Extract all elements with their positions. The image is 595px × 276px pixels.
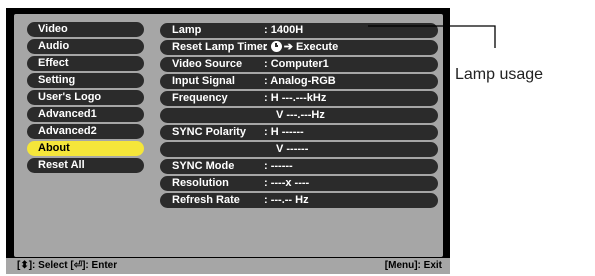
video-source-value: : Computer1 (264, 58, 329, 70)
footer-help-left: [⬍]: Select [⏎]: Enter (17, 260, 118, 271)
sync-mode-value: : ------ (264, 160, 293, 172)
menu-item-effect[interactable]: Effect (27, 56, 144, 71)
row-sync-polarity-v: V ------ (160, 142, 438, 157)
lamp-usage-annotation: Lamp usage (455, 66, 544, 83)
sync-polarity-h-value: : H ------ (264, 126, 304, 138)
row-video-source: Video Source : Computer1 (160, 57, 438, 72)
row-sync-mode: SYNC Mode : ------ (160, 159, 438, 174)
footer-help-exit: [Menu]: Exit (384, 260, 442, 271)
refresh-rate-label: Refresh Rate (172, 194, 240, 206)
menu-item-advanced2[interactable]: Advanced2 (27, 124, 144, 139)
projector-menu-screen: Video Audio Effect Setting User's Logo A… (6, 8, 450, 274)
row-frequency: Frequency : H ---.---kHz (160, 91, 438, 106)
row-lamp: Lamp : 1400H (160, 23, 438, 38)
reset-lamp-timer-action[interactable]: : ➔ Execute (264, 40, 338, 55)
resolution-value: : ----x ---- (264, 177, 310, 189)
row-reset-lamp-timer[interactable]: Reset Lamp Timer : ➔ Execute (160, 40, 438, 55)
frequency-v-value: V ---.---Hz (276, 109, 325, 121)
menu-item-audio[interactable]: Audio (27, 39, 144, 54)
video-source-label: Video Source (172, 58, 243, 70)
menu-panel: Video Audio Effect Setting User's Logo A… (14, 14, 443, 257)
row-sync-polarity: SYNC Polarity : H ------ (160, 125, 438, 140)
lamp-label: Lamp (172, 24, 202, 36)
row-resolution: Resolution : ----x ---- (160, 176, 438, 191)
menu-item-advanced1[interactable]: Advanced1 (27, 107, 144, 122)
reset-lamp-timer-label: Reset Lamp Timer (172, 41, 268, 53)
frequency-h-value: : H ---.---kHz (264, 92, 327, 104)
sync-polarity-v-value: V ------ (276, 143, 309, 155)
execute-label: Execute (296, 41, 339, 53)
row-refresh-rate: Refresh Rate : ---.-- Hz (160, 193, 438, 208)
reset-lamp-timer-colon: : (264, 41, 268, 53)
sync-mode-label: SYNC Mode (172, 160, 235, 172)
row-frequency-v: V ---.---Hz (160, 108, 438, 123)
row-input-signal: Input Signal : Analog-RGB (160, 74, 438, 89)
menu-item-video[interactable]: Video (27, 22, 144, 37)
refresh-rate-value: : ---.-- Hz (264, 194, 309, 206)
resolution-label: Resolution (172, 177, 229, 189)
frequency-label: Frequency (172, 92, 228, 104)
sync-polarity-label: SYNC Polarity (172, 126, 246, 138)
lamp-value: : 1400H (264, 24, 304, 36)
menu-item-reset-all[interactable]: Reset All (27, 158, 144, 173)
menu-item-users-logo[interactable]: User's Logo (27, 90, 144, 105)
menu-item-setting[interactable]: Setting (27, 73, 144, 88)
input-signal-value: : Analog-RGB (264, 75, 336, 87)
enter-icon (270, 41, 282, 52)
input-signal-label: Input Signal (172, 75, 235, 87)
footer-bar: [⬍]: Select [⏎]: Enter [Menu]: Exit (6, 258, 450, 274)
menu-item-about[interactable]: About (27, 141, 144, 156)
arrow-icon: ➔ (283, 41, 293, 53)
